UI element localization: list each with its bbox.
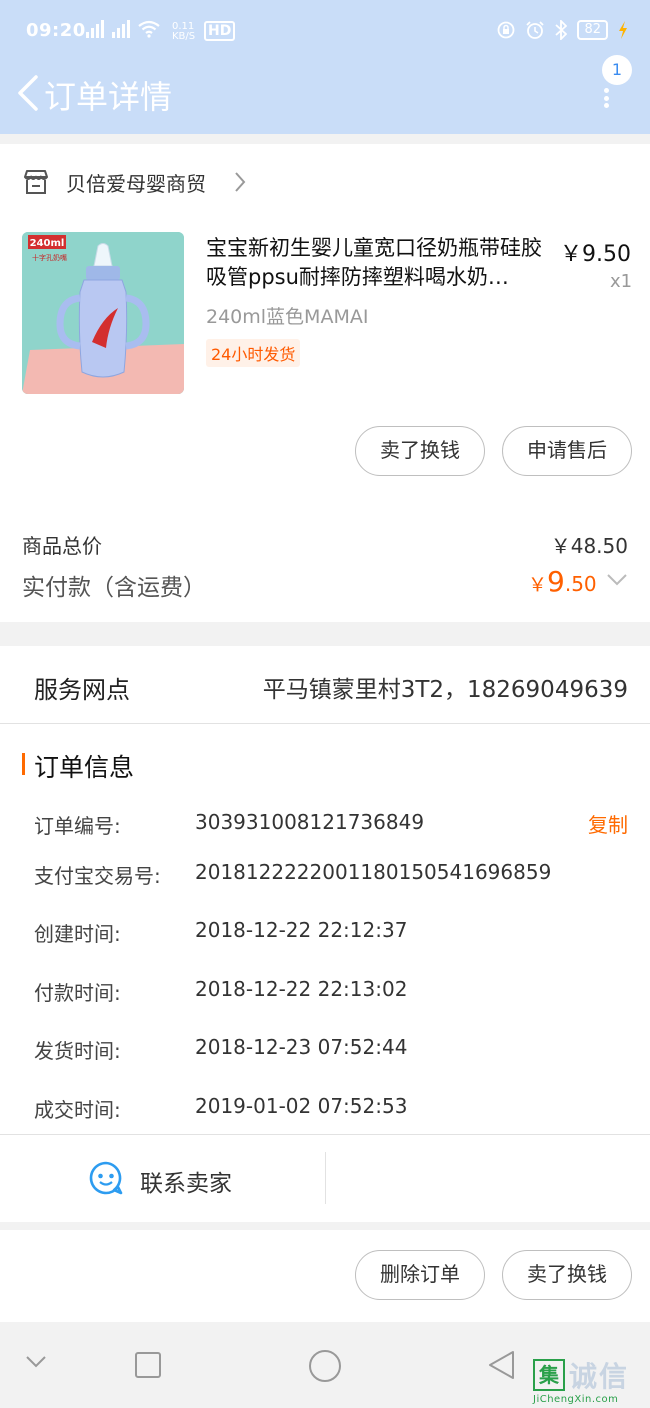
resell-button[interactable]: 卖了换钱 (355, 426, 485, 476)
goods-total-value: ￥48.50 (550, 534, 628, 558)
shop-name[interactable]: 贝倍爱母婴商贸 (66, 168, 206, 197)
hd-badge: HD (204, 21, 236, 41)
product-image[interactable]: 240ml 十字孔奶嘴 (22, 232, 184, 394)
watermark-logo: 集 (533, 1359, 565, 1391)
paid-value: ￥9.50 (528, 565, 597, 598)
contact-seller-button[interactable]: 联系卖家 (140, 1164, 232, 1198)
shipping-tag: 24小时发货 (206, 339, 301, 367)
lock-icon (498, 21, 515, 39)
bluetooth-icon (555, 20, 568, 40)
shipped-time-value: 2018-12-23 07:52:44 (195, 1035, 408, 1059)
section-accent-bar (22, 753, 25, 775)
battery-icon: 82 (577, 20, 608, 40)
alipay-trade-value: 2018122222001180150541696859 (195, 860, 552, 884)
copy-button[interactable]: 复制 (588, 809, 628, 838)
resell-button-bottom[interactable]: 卖了换钱 (502, 1250, 632, 1300)
order-number-label: 订单编号: (34, 814, 121, 838)
wifi-icon (138, 20, 160, 38)
signal-icon (112, 20, 130, 38)
status-right: 82 (497, 20, 628, 40)
after-sale-button[interactable]: 申请售后 (502, 426, 632, 476)
order-info-title: 订单信息 (34, 753, 135, 782)
product-sku: 240ml蓝色MAMAI (206, 306, 369, 328)
chevron-right-icon[interactable] (232, 170, 248, 194)
watermark: 集 诚信 (533, 1355, 629, 1395)
image-caption: 十字孔奶嘴 (32, 253, 67, 262)
product-price: ￥9.50 (560, 242, 631, 267)
paid-time-label: 付款时间: (34, 981, 121, 1005)
back-nav-icon[interactable] (486, 1349, 516, 1381)
created-time-value: 2018-12-22 22:12:37 (195, 918, 408, 942)
chat-icon[interactable] (88, 1160, 124, 1196)
message-badge[interactable]: 1 (602, 55, 632, 85)
divider (0, 723, 650, 724)
status-time: 09:20 (26, 20, 86, 41)
home-icon[interactable] (307, 1348, 343, 1384)
watermark-text: 诚信 (569, 1360, 630, 1393)
page-title: 订单详情 (44, 78, 173, 116)
baby-bottle-image: 240ml 十字孔奶嘴 (22, 232, 184, 394)
goods-total-label: 商品总价 (22, 534, 102, 558)
signal-icon (86, 20, 104, 38)
delete-order-button[interactable]: 删除订单 (355, 1250, 485, 1300)
status-bar: 09:20 0.11 KB/S HD 82 (0, 0, 650, 66)
charging-icon (619, 21, 627, 39)
more-icon[interactable] (600, 88, 612, 108)
paid-time-value: 2018-12-22 22:13:02 (195, 977, 408, 1001)
back-icon[interactable] (14, 74, 42, 112)
shop-icon (24, 170, 48, 194)
network-speed: 0.11 KB/S (172, 21, 196, 42)
watermark-url: JiChengXin.com (533, 1394, 619, 1405)
service-point-value: 平马镇蒙里村3T2，18269049639 (262, 677, 628, 703)
order-number-value: 303931008121736849 (195, 810, 425, 834)
chevron-down-icon[interactable] (24, 1354, 48, 1370)
alipay-trade-label: 支付宝交易号: (34, 864, 161, 888)
signal-indicators (86, 20, 160, 38)
service-point-label: 服务网点 (34, 676, 130, 704)
completed-time-value: 2019-01-02 07:52:53 (195, 1094, 408, 1118)
completed-time-label: 成交时间: (34, 1098, 121, 1122)
product-quantity: x1 (610, 271, 633, 292)
paid-label: 实付款（含运费） (22, 575, 206, 601)
product-title[interactable]: 宝宝新初生婴儿童宽口径奶瓶带硅胶吸管ppsu耐摔防摔塑料喝水奶… (206, 234, 552, 292)
chevron-down-icon[interactable] (605, 572, 629, 588)
recents-icon[interactable] (134, 1351, 162, 1379)
image-badge: 240ml (30, 238, 65, 249)
divider (0, 1134, 650, 1135)
created-time-label: 创建时间: (34, 922, 121, 946)
alarm-icon (526, 21, 545, 39)
shipped-time-label: 发货时间: (34, 1039, 121, 1063)
vertical-divider (325, 1152, 326, 1204)
